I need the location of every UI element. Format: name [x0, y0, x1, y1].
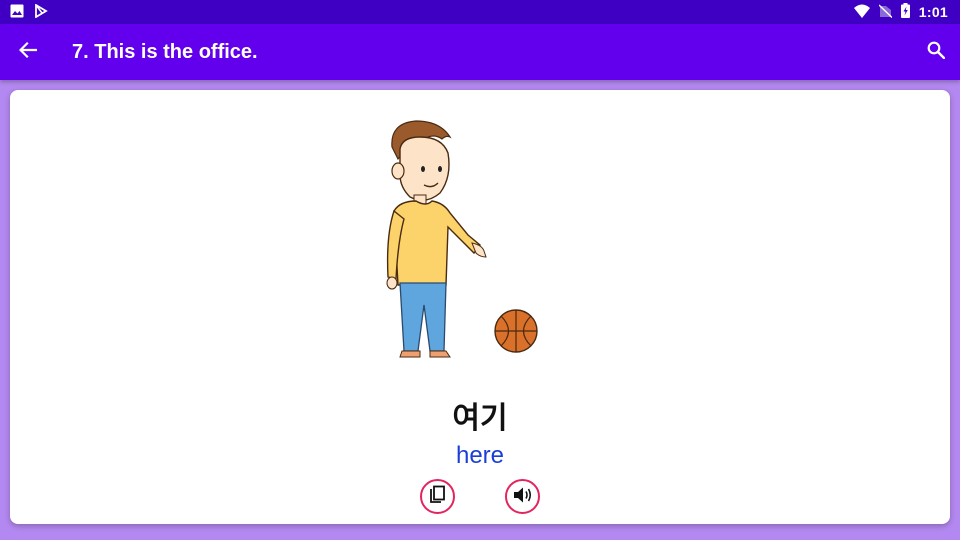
speaker-icon [513, 486, 533, 508]
english-meaning: here [455, 442, 505, 469]
search-icon [927, 41, 946, 63]
status-right-icons: 1:01 [853, 2, 948, 22]
copy-button[interactable] [420, 479, 455, 514]
card-actions [10, 479, 950, 515]
status-left-icons [10, 2, 48, 22]
boy-pointing-at-basketball-illustration [386, 120, 538, 358]
korean-word: 여기 [452, 401, 508, 436]
page-title: 7. This is the office. [72, 40, 258, 63]
back-button[interactable] [0, 24, 56, 80]
status-time: 1:01 [918, 4, 948, 20]
status-bar: 1:01 [0, 0, 960, 24]
no-sim-icon [878, 3, 893, 22]
arrow-back-icon [18, 41, 38, 63]
wifi-icon [853, 3, 870, 22]
search-button[interactable] [912, 24, 960, 80]
vocabulary-card: 여기 here [10, 90, 950, 524]
copy-icon [428, 485, 448, 509]
app-bar: 7. This is the office. [0, 24, 960, 80]
play-store-icon [34, 2, 48, 22]
battery-charging-icon [900, 2, 910, 22]
image-icon [10, 3, 24, 22]
speak-button[interactable] [505, 479, 540, 514]
